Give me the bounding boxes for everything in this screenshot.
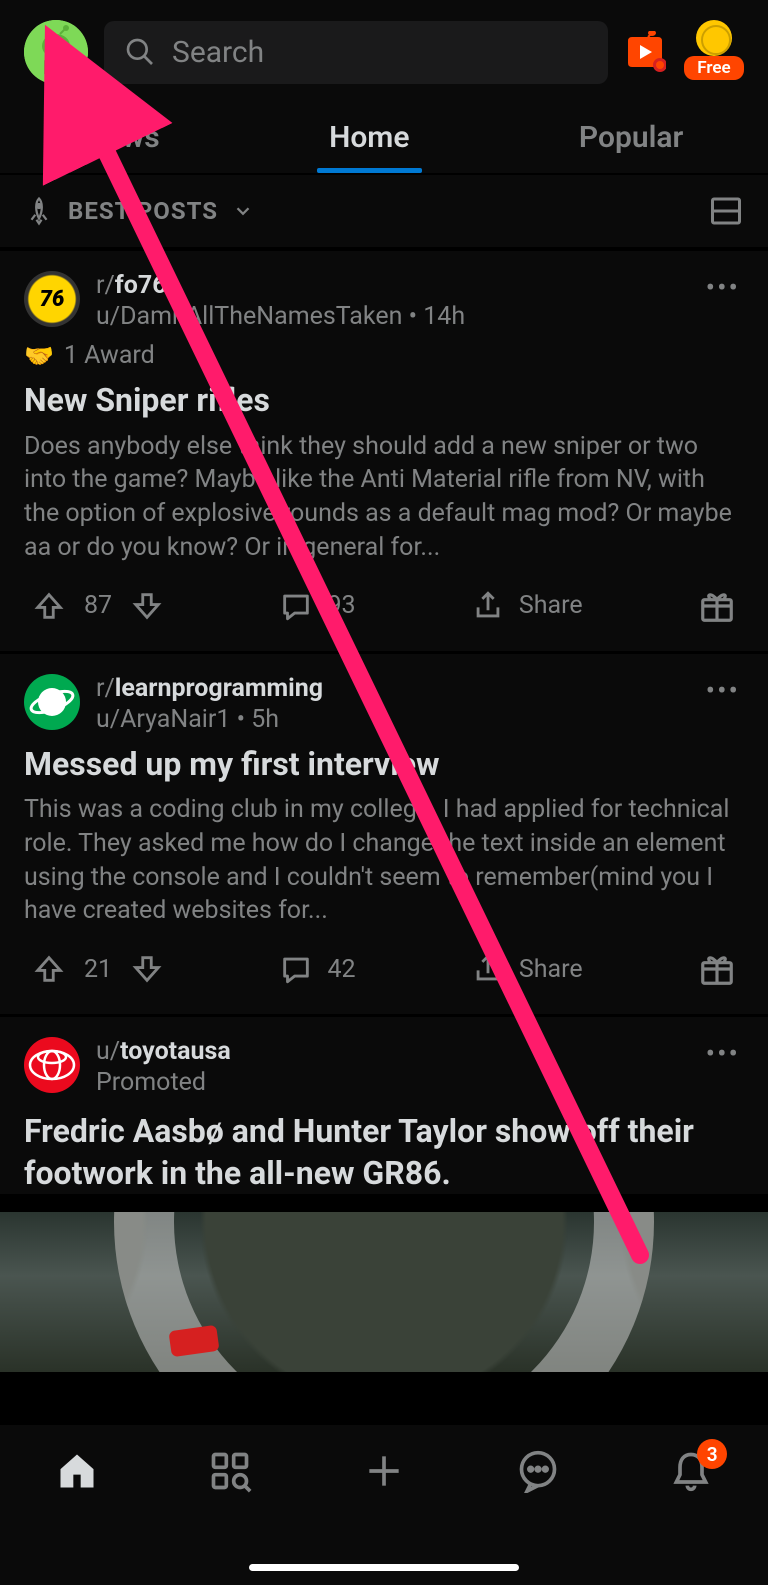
upvote-button[interactable]	[32, 589, 66, 623]
rocket-icon	[24, 196, 54, 226]
app-header: Search Free	[0, 0, 768, 100]
post-title: Fredric Aasbø and Hunter Taylor show off…	[24, 1111, 744, 1194]
comments-button[interactable]: 42	[279, 952, 355, 986]
home-indicator	[249, 1564, 519, 1571]
tab-home[interactable]: Home	[309, 106, 429, 173]
subreddit-avatar[interactable]	[24, 674, 80, 730]
award-count: 1 Award	[64, 341, 155, 370]
post-body: Does anybody else think they should add …	[24, 430, 744, 565]
post-body: This was a coding club in my college. I …	[24, 793, 744, 928]
tab-news[interactable]: News	[65, 106, 180, 173]
post-actions: 21 42 Share	[24, 928, 744, 1002]
share-button[interactable]: Share	[471, 589, 583, 623]
search-input[interactable]: Search	[104, 21, 608, 84]
tab-popular[interactable]: Popular	[559, 106, 703, 173]
comments-button[interactable]: 93	[279, 589, 355, 623]
coins-button[interactable]: Free	[684, 24, 744, 80]
notification-badge: 3	[697, 1439, 727, 1469]
advertiser-avatar[interactable]	[24, 1037, 80, 1093]
subreddit-link[interactable]: r/fo76	[96, 271, 686, 300]
award-button[interactable]	[698, 587, 736, 625]
post-actions: 87 93 Share	[24, 565, 744, 639]
post-title: New Sniper rifles	[24, 380, 744, 422]
profile-avatar[interactable]	[24, 20, 88, 84]
award-button[interactable]	[698, 950, 736, 988]
promoted-post[interactable]: u/toyotausa Promoted ••• Fredric Aasbø a…	[0, 1017, 768, 1194]
post-title: Messed up my first interview	[24, 744, 744, 786]
post-more-button[interactable]: •••	[702, 1037, 744, 1070]
post[interactable]: 76 r/fo76 u/DamnAllTheNamesTaken • 14h •…	[0, 251, 768, 651]
awards-row[interactable]: 🤝 1 Award	[24, 341, 744, 370]
promoted-image[interactable]	[0, 1212, 768, 1372]
sort-bar: BEST POSTS	[0, 175, 768, 248]
vote-count: 87	[84, 591, 112, 620]
free-badge: Free	[684, 56, 744, 80]
feed: 76 r/fo76 u/DamnAllTheNamesTaken • 14h •…	[0, 251, 768, 1372]
feed-tabs: News Home Popular	[0, 100, 768, 174]
nav-create[interactable]	[362, 1449, 406, 1493]
stream-icon[interactable]	[624, 31, 666, 73]
post-more-button[interactable]: •••	[702, 674, 744, 707]
post[interactable]: r/learnprogramming u/AryaNair1 • 5h ••• …	[0, 654, 768, 1015]
comment-count: 93	[327, 591, 355, 620]
layout-toggle[interactable]	[708, 193, 744, 229]
award-icon: 🤝	[24, 342, 54, 370]
post-byline[interactable]: u/AryaNair1 • 5h	[96, 705, 686, 734]
coin-icon	[696, 20, 732, 56]
search-icon	[124, 36, 156, 68]
promoted-label: Promoted	[96, 1068, 686, 1097]
post-byline[interactable]: u/DamnAllTheNamesTaken • 14h	[96, 302, 686, 331]
share-label: Share	[519, 591, 583, 620]
upvote-button[interactable]	[32, 952, 66, 986]
post-more-button[interactable]: •••	[702, 271, 744, 304]
share-label: Share	[519, 955, 583, 984]
vote-count: 21	[84, 955, 112, 984]
nav-discover[interactable]	[208, 1449, 252, 1493]
downvote-button[interactable]	[130, 952, 164, 986]
online-status-dot	[68, 66, 86, 84]
nav-home[interactable]	[55, 1449, 99, 1493]
downvote-button[interactable]	[130, 589, 164, 623]
chevron-down-icon	[232, 200, 254, 222]
nav-inbox[interactable]: 3	[669, 1449, 713, 1493]
sort-label: BEST POSTS	[68, 197, 218, 225]
bottom-nav: 3	[0, 1425, 768, 1585]
sort-selector[interactable]: BEST POSTS	[24, 196, 254, 226]
subreddit-avatar[interactable]: 76	[24, 271, 80, 327]
subreddit-link[interactable]: r/learnprogramming	[96, 674, 686, 703]
comment-count: 42	[327, 955, 355, 984]
nav-chat[interactable]	[516, 1449, 560, 1493]
share-button[interactable]: Share	[471, 952, 583, 986]
advertiser-link[interactable]: u/toyotausa	[96, 1037, 686, 1066]
header-actions: Free	[624, 24, 744, 80]
search-placeholder: Search	[172, 35, 264, 70]
